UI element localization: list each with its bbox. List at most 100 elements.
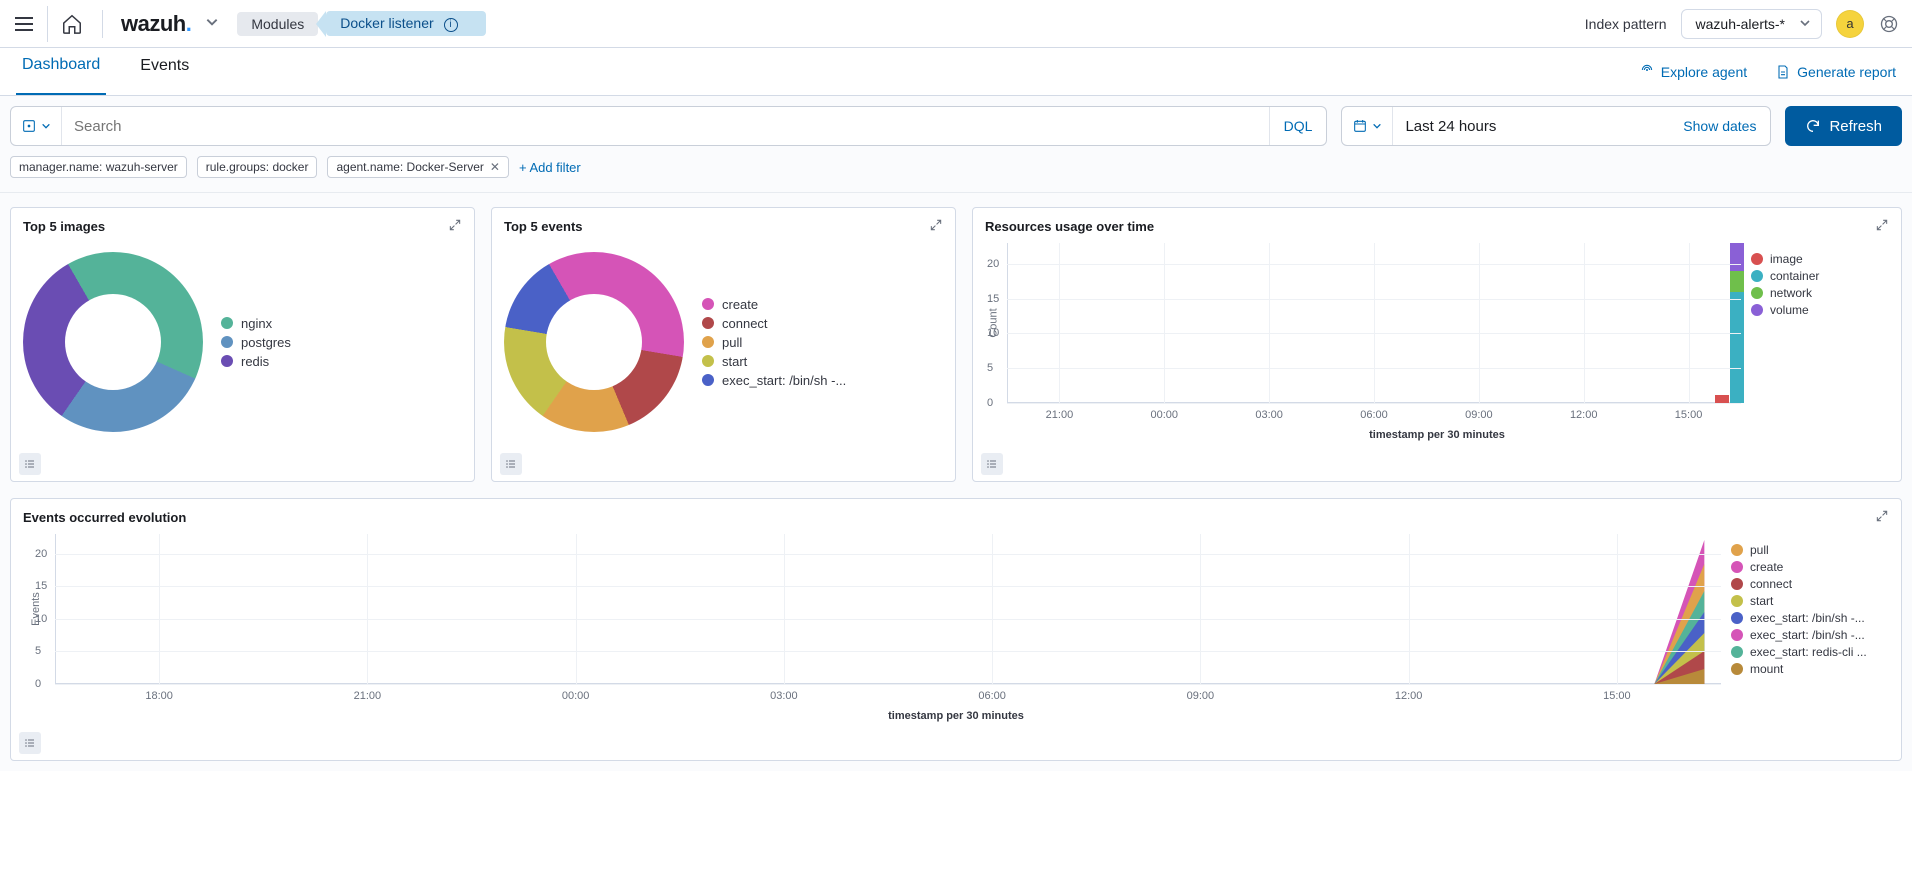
- bar-chart: Count 0510152021:0000:0003:0006:0009:001…: [1007, 243, 1741, 403]
- legend-item[interactable]: pull: [1731, 543, 1887, 557]
- search-input[interactable]: [62, 107, 1269, 145]
- tab-events[interactable]: Events: [134, 48, 195, 95]
- chevron-down-icon[interactable]: [205, 15, 219, 32]
- explore-agent-button[interactable]: Explore agent: [1639, 64, 1747, 80]
- search-wrap: DQL: [10, 106, 1327, 146]
- legend-item[interactable]: start: [1731, 594, 1887, 608]
- legend-item[interactable]: exec_start: /bin/sh -...: [702, 373, 846, 388]
- legend-item[interactable]: exec_start: /bin/sh -...: [1731, 611, 1887, 625]
- broadcast-icon: [1639, 64, 1655, 80]
- area-shape: [55, 534, 1721, 684]
- user-avatar[interactable]: a: [1836, 10, 1864, 38]
- legend-item[interactable]: start: [702, 354, 846, 369]
- topbar-left: wazuh. Modules Docker listener i: [12, 6, 1585, 42]
- legend-item[interactable]: container: [1751, 269, 1887, 283]
- expand-panel-button[interactable]: [1875, 509, 1889, 526]
- remove-filter-icon[interactable]: ✕: [490, 160, 500, 174]
- legend-item[interactable]: nginx: [221, 316, 291, 331]
- refresh-label: Refresh: [1829, 118, 1882, 135]
- filter-pill-manager[interactable]: manager.name: wazuh-server: [10, 156, 187, 178]
- panel-top5-images: Top 5 images nginx postgres redis: [10, 207, 475, 482]
- expand-icon: [448, 218, 462, 232]
- donut-ring: [23, 252, 203, 432]
- generate-report-button[interactable]: Generate report: [1775, 64, 1896, 80]
- menu-toggle[interactable]: [12, 6, 48, 42]
- date-range-label[interactable]: Last 24 hours: [1393, 107, 1669, 145]
- filter-pill-rulegroups[interactable]: rule.groups: docker: [197, 156, 318, 178]
- expand-panel-button[interactable]: [1875, 218, 1889, 235]
- panel-title: Events occurred evolution: [23, 510, 186, 525]
- donut-ring: [504, 252, 684, 432]
- tab-dashboard[interactable]: Dashboard: [16, 48, 106, 95]
- calendar-icon: [1352, 118, 1368, 134]
- donut-chart: create connect pull start exec_start: /bin/s…: [492, 237, 955, 447]
- dashboard-grid: Top 5 images nginx postgres redis Top 5 ev…: [0, 193, 1912, 771]
- filter-bar: manager.name: wazuh-server rule.groups: …: [0, 146, 1912, 193]
- panel-top5-events: Top 5 events create connect pull start exec_…: [491, 207, 956, 482]
- search-options-button[interactable]: [11, 107, 62, 145]
- expand-panel-button[interactable]: [448, 218, 462, 235]
- legend-item[interactable]: mount: [1731, 662, 1887, 676]
- legend-item[interactable]: create: [1731, 560, 1887, 574]
- legend-item[interactable]: exec_start: redis-cli ...: [1731, 645, 1887, 659]
- legend-item[interactable]: image: [1751, 252, 1887, 266]
- legend-item[interactable]: redis: [221, 354, 291, 369]
- legend-toggle-button[interactable]: [19, 453, 41, 475]
- dql-toggle[interactable]: DQL: [1269, 107, 1327, 145]
- x-axis-label: timestamp per 30 minutes: [973, 429, 1901, 441]
- legend-item[interactable]: postgres: [221, 335, 291, 350]
- panel-title: Resources usage over time: [985, 219, 1154, 234]
- wazuh-logo[interactable]: wazuh.: [121, 11, 191, 37]
- panel-legend: nginx postgres redis: [221, 312, 291, 373]
- donut-chart: nginx postgres redis: [11, 237, 474, 447]
- expand-icon: [929, 218, 943, 232]
- legend-toggle-button[interactable]: [500, 453, 522, 475]
- area-chart: Events 0510152018:0021:0000:0003:0006:00…: [55, 534, 1721, 684]
- home-button[interactable]: [60, 12, 84, 36]
- info-icon[interactable]: i: [444, 18, 458, 32]
- panel-resources: Resources usage over time Count 05101520…: [972, 207, 1902, 482]
- expand-panel-button[interactable]: [929, 218, 943, 235]
- legend-item[interactable]: pull: [702, 335, 846, 350]
- legend-toggle-button[interactable]: [19, 732, 41, 754]
- refresh-button[interactable]: Refresh: [1785, 106, 1902, 146]
- legend-item[interactable]: create: [702, 297, 846, 312]
- legend-item[interactable]: exec_start: /bin/sh -...: [1731, 628, 1887, 642]
- panel-legend: create connect pull start exec_start: /bin/s…: [702, 293, 846, 392]
- index-pattern-label: Index pattern: [1585, 16, 1667, 32]
- panel-legend: pull create connect start exec_start: /bin/s…: [1721, 534, 1891, 684]
- index-pattern-value: wazuh-alerts-*: [1696, 16, 1785, 32]
- legend-item[interactable]: network: [1751, 286, 1887, 300]
- lifebuoy-icon: [1879, 14, 1899, 34]
- expand-icon: [1875, 509, 1889, 523]
- x-axis-label: timestamp per 30 minutes: [11, 710, 1901, 722]
- panel-title: Top 5 images: [23, 219, 105, 234]
- refresh-icon: [1805, 118, 1821, 134]
- breadcrumb-modules[interactable]: Modules: [237, 12, 318, 36]
- panel-legend: image container network volume: [1741, 243, 1891, 403]
- explore-agent-label: Explore agent: [1661, 64, 1747, 80]
- date-quick-select[interactable]: [1342, 107, 1393, 145]
- expand-icon: [1875, 218, 1889, 232]
- legend-item[interactable]: volume: [1751, 303, 1887, 317]
- list-icon: [24, 458, 36, 470]
- panel-events-evolution: Events occurred evolution Events 0510152…: [10, 498, 1902, 761]
- generate-report-label: Generate report: [1797, 64, 1896, 80]
- chevron-down-icon: [1372, 121, 1382, 131]
- add-filter-button[interactable]: + Add filter: [519, 160, 581, 175]
- hamburger-icon: [15, 17, 33, 31]
- tabs-row: Dashboard Events Explore agent Generate …: [0, 48, 1912, 96]
- home-icon: [61, 13, 83, 35]
- list-icon: [24, 737, 36, 749]
- show-dates-button[interactable]: Show dates: [1669, 107, 1770, 145]
- list-icon: [986, 458, 998, 470]
- breadcrumb-docker-listener[interactable]: Docker listener i: [326, 11, 485, 35]
- filter-pill-agent[interactable]: agent.name: Docker-Server ✕: [327, 156, 508, 178]
- panel-title: Top 5 events: [504, 219, 583, 234]
- legend-item[interactable]: connect: [702, 316, 846, 331]
- legend-toggle-button[interactable]: [981, 453, 1003, 475]
- legend-item[interactable]: connect: [1731, 577, 1887, 591]
- date-range-wrap: Last 24 hours Show dates: [1341, 106, 1771, 146]
- index-pattern-dropdown[interactable]: wazuh-alerts-*: [1681, 9, 1822, 39]
- help-button[interactable]: [1878, 13, 1900, 35]
